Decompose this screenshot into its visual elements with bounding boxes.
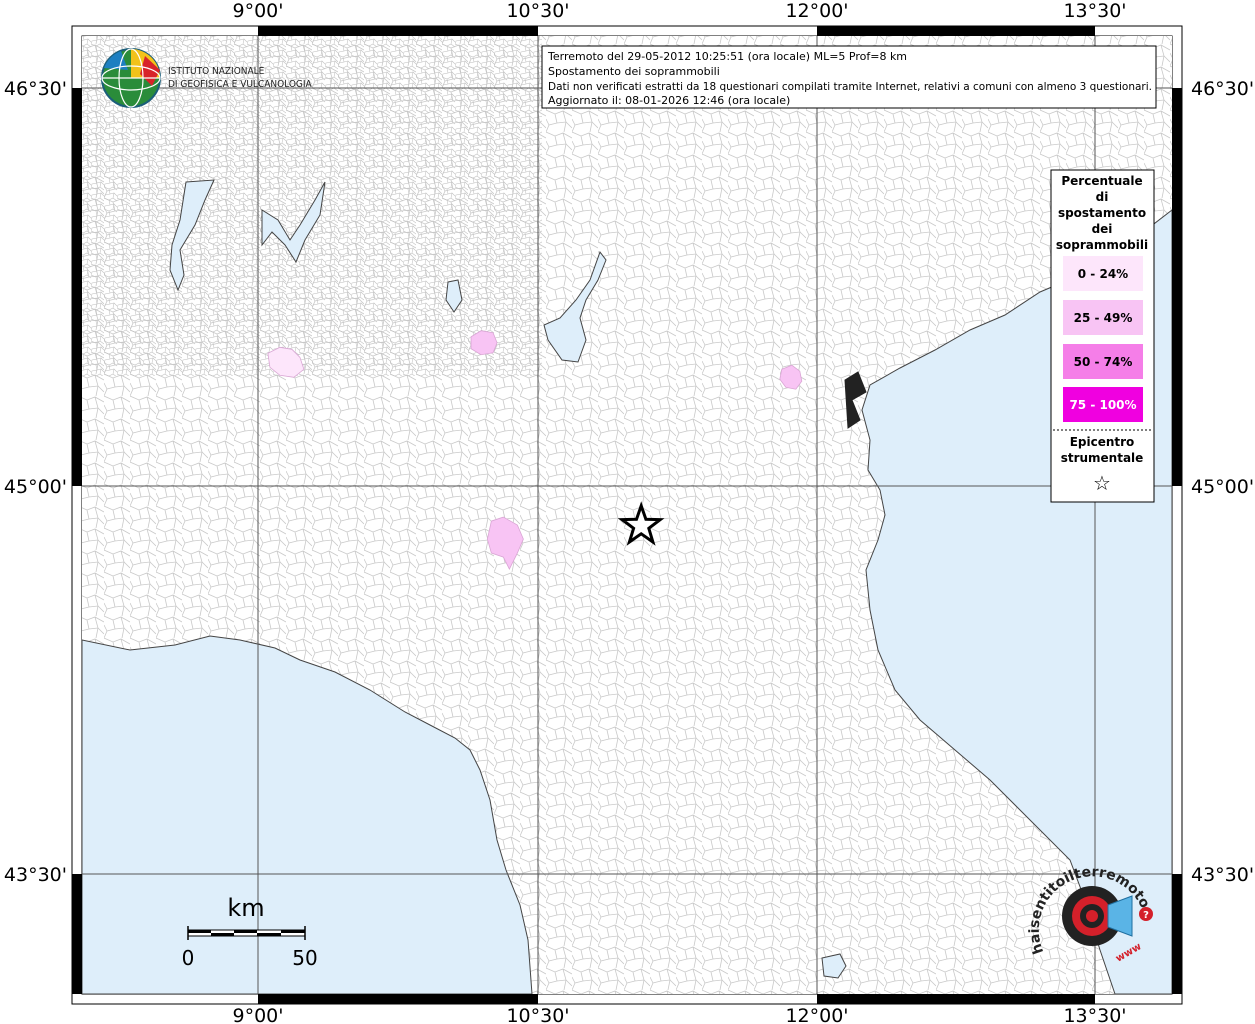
legend-label-75-100: 75 - 100%	[1069, 398, 1136, 412]
ingv-globe-icon	[101, 48, 161, 108]
event-info-box: Terremoto del 29-05-2012 10:25:51 (ora l…	[541, 45, 1157, 109]
lat-label-left: 46°30'	[4, 78, 67, 100]
lon-label-top: 13°30'	[1063, 0, 1126, 22]
longitude-labels-bottom: 9°00' 10°30' 12°00' 13°30'	[233, 1005, 1127, 1024]
lon-label-top: 9°00'	[233, 0, 284, 22]
legend-title-line: soprammobili	[1056, 238, 1148, 252]
lat-label-right: 43°30'	[1191, 864, 1254, 886]
lon-label-bottom: 10°30'	[506, 1005, 569, 1024]
legend-label-25-49: 25 - 49%	[1074, 311, 1133, 325]
lat-label-left: 43°30'	[4, 864, 67, 886]
legend-title-line: di	[1096, 190, 1109, 204]
latitude-labels-right: 46°30' 45°00' 43°30'	[1191, 78, 1254, 886]
parameter-title: Spostamento dei soprammobili	[548, 65, 720, 78]
legend-title-line: spostamento	[1058, 206, 1146, 220]
lon-label-bottom: 9°00'	[233, 1005, 284, 1024]
macroseismic-map: 9°00' 10°30' 12°00' 13°30' 9°00' 10°30' …	[0, 0, 1254, 1024]
lat-label-right: 45°00'	[1191, 476, 1254, 498]
latitude-labels-left: 46°30' 45°00' 43°30'	[4, 78, 67, 886]
legend-epicenter-line: strumentale	[1061, 451, 1144, 465]
scale-end: 50	[292, 946, 317, 970]
lon-label-bottom: 13°30'	[1063, 1005, 1126, 1024]
legend-epicenter-line: Epicentro	[1070, 435, 1135, 449]
lon-label-bottom: 12°00'	[785, 1005, 848, 1024]
ingv-name-line1: ISTITUTO NAZIONALE	[168, 66, 265, 77]
lon-label-top: 10°30'	[506, 0, 569, 22]
lat-label-left: 45°00'	[4, 476, 67, 498]
svg-text:?: ?	[1143, 910, 1149, 921]
longitude-labels-top: 9°00' 10°30' 12°00' 13°30'	[233, 0, 1127, 22]
legend-label-50-74: 50 - 74%	[1074, 355, 1133, 369]
ingv-name-line2: DI GEOFISICA E VULCANOLOGIA	[168, 79, 313, 90]
legend-label-0-24: 0 - 24%	[1078, 267, 1128, 281]
legend-title-line: dei	[1092, 222, 1113, 236]
map-body	[82, 36, 1172, 994]
scale-start: 0	[182, 946, 195, 970]
locality-brescia	[470, 330, 498, 356]
lat-label-right: 46°30'	[1191, 78, 1254, 100]
scale-unit: km	[227, 894, 264, 922]
lon-label-top: 12°00'	[785, 0, 848, 22]
event-title: Terremoto del 29-05-2012 10:25:51 (ora l…	[547, 50, 907, 63]
legend-star-icon: ☆	[1093, 471, 1111, 495]
legend-title-line: Percentuale	[1061, 174, 1142, 188]
legend: Percentuale di spostamento dei soprammob…	[1050, 169, 1155, 503]
update-date: Aggiornato il: 08-01-2026 12:46 (ora loc…	[548, 94, 790, 107]
data-note: Dati non verificati estratti da 18 quest…	[548, 80, 1152, 93]
